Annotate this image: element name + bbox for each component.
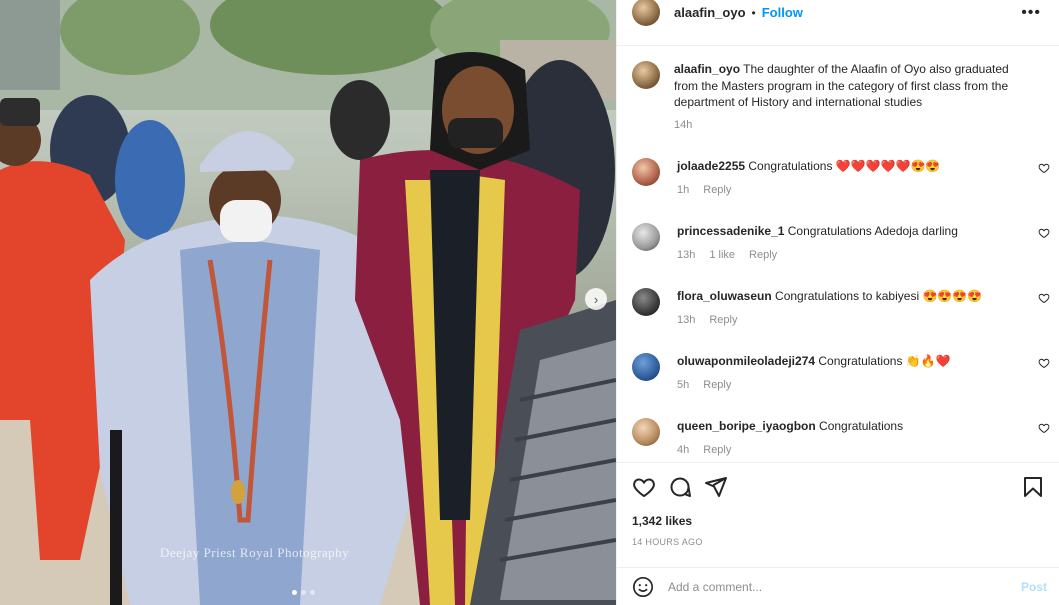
comment-item: princessadenike_1 Congratulations Adedoj…: [632, 223, 1052, 263]
comment-likes-count[interactable]: 1 like: [709, 249, 735, 261]
heart-icon[interactable]: [632, 475, 656, 499]
comment-text: Congratulations ❤️❤️❤️❤️❤️😍😍: [748, 159, 941, 173]
instagram-post-view: Deejay Priest Royal Photography › alaafi…: [0, 0, 1059, 605]
chevron-right-icon: ›: [593, 291, 599, 307]
comment-text: Congratulations: [819, 419, 904, 433]
commenter-username[interactable]: flora_oluwaseun: [677, 289, 772, 303]
caption-meta: 14h: [674, 119, 1034, 131]
reply-button[interactable]: Reply: [749, 249, 777, 261]
comment-like-heart-icon[interactable]: [1038, 422, 1050, 434]
comment-time[interactable]: 4h: [677, 444, 689, 456]
comment-item: flora_oluwaseun Congratulations to kabiy…: [632, 288, 1052, 328]
comment-text: Congratulations to kabiyesi 😍😍😍😍: [775, 289, 983, 303]
photo-illustration: [0, 0, 616, 605]
post-photo[interactable]: Deejay Priest Royal Photography ›: [0, 0, 616, 605]
reply-button[interactable]: Reply: [703, 444, 731, 456]
likes-count[interactable]: 1,342 likes: [632, 514, 692, 528]
post-actions: 1,342 likes 14 HOURS AGO: [617, 462, 1059, 582]
commenter-avatar[interactable]: [632, 418, 660, 446]
comment-like-heart-icon[interactable]: [1038, 357, 1050, 369]
photo-watermark: Deejay Priest Royal Photography: [160, 545, 350, 560]
commenter-avatar[interactable]: [632, 288, 660, 316]
comment-time[interactable]: 5h: [677, 379, 689, 391]
carousel-indicator: [292, 590, 315, 595]
reply-button[interactable]: Reply: [703, 379, 731, 391]
commenter-username[interactable]: queen_boripe_iyaogbon: [677, 419, 816, 433]
commenter-username[interactable]: jolaade2255: [677, 159, 745, 173]
caption-avatar[interactable]: [632, 61, 660, 89]
comment-input[interactable]: Add a comment...: [668, 580, 1021, 594]
post-time-ago[interactable]: 14 HOURS AGO: [632, 537, 703, 547]
commenter-avatar[interactable]: [632, 223, 660, 251]
caption-time[interactable]: 14h: [674, 119, 692, 131]
caption-username[interactable]: alaafin_oyo: [674, 62, 740, 76]
carousel-dot: [310, 590, 315, 595]
commenter-avatar[interactable]: [632, 158, 660, 186]
comment-text: Congratulations Adedoja darling: [787, 224, 958, 238]
commenter-username[interactable]: oluwaponmileoladeji274: [677, 354, 815, 368]
more-options-icon[interactable]: •••: [1021, 4, 1041, 22]
carousel-dot: [301, 590, 306, 595]
separator-dot: •: [751, 5, 756, 20]
comment-icon[interactable]: [668, 475, 692, 499]
comment-like-heart-icon[interactable]: [1038, 292, 1050, 304]
comment-text: Congratulations 👏🔥❤️: [818, 354, 951, 368]
follow-button[interactable]: Follow: [762, 5, 803, 20]
reply-button[interactable]: Reply: [703, 184, 731, 196]
comment-composer: Add a comment... Post: [617, 567, 1059, 605]
post-caption: alaafin_oyo The daughter of the Alaafin …: [632, 61, 1042, 131]
reply-button[interactable]: Reply: [709, 314, 737, 326]
post-comment-button[interactable]: Post: [1021, 580, 1047, 594]
post-side-panel: alaafin_oyo • Follow ••• alaafin_oyo The…: [616, 0, 1059, 605]
comment-item: queen_boripe_iyaogbon Congratulations 4h…: [632, 418, 1052, 458]
caption-text: alaafin_oyo The daughter of the Alaafin …: [674, 61, 1034, 111]
commenter-username[interactable]: princessadenike_1: [677, 224, 784, 238]
comment-like-heart-icon[interactable]: [1038, 162, 1050, 174]
bookmark-icon[interactable]: [1021, 475, 1045, 499]
author-avatar[interactable]: [632, 0, 660, 26]
action-icons-row: [632, 475, 1045, 501]
smile-icon[interactable]: [632, 576, 654, 598]
comment-time[interactable]: 13h: [677, 314, 695, 326]
comment-time[interactable]: 13h: [677, 249, 695, 261]
comment-like-heart-icon[interactable]: [1038, 227, 1050, 239]
comment-item: jolaade2255 Congratulations ❤️❤️❤️❤️❤️😍😍…: [632, 158, 1052, 198]
carousel-next-button[interactable]: ›: [585, 288, 607, 310]
commenter-avatar[interactable]: [632, 353, 660, 381]
carousel-dot: [292, 590, 297, 595]
comment-time[interactable]: 1h: [677, 184, 689, 196]
post-header: alaafin_oyo • Follow •••: [617, 0, 1059, 26]
comments-list[interactable]: alaafin_oyo The daughter of the Alaafin …: [617, 45, 1059, 462]
author-username[interactable]: alaafin_oyo: [674, 5, 746, 20]
share-icon[interactable]: [704, 475, 728, 499]
comment-item: oluwaponmileoladeji274 Congratulations 👏…: [632, 353, 1052, 393]
